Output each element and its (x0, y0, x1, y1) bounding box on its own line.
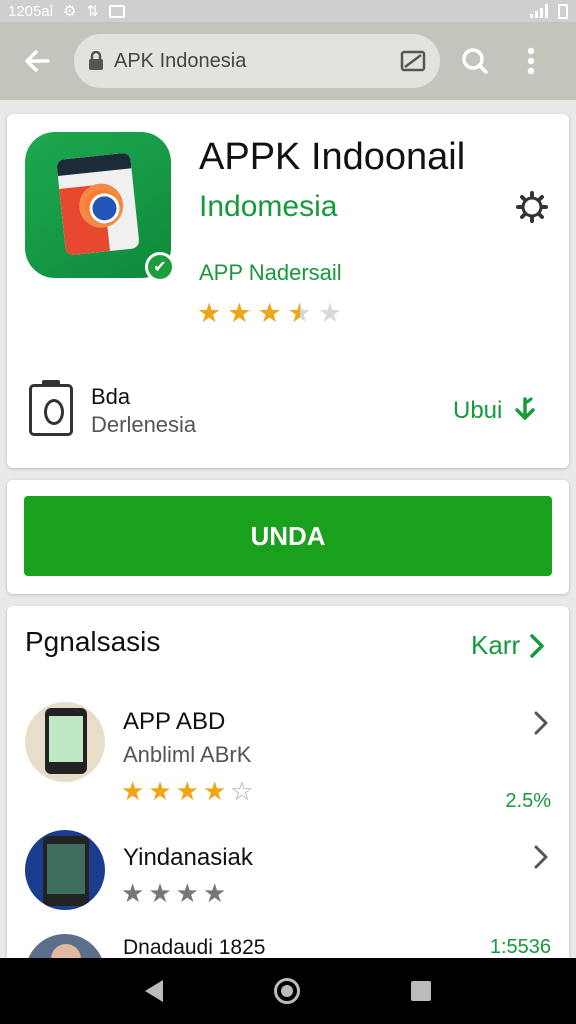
back-arrow-icon (25, 50, 50, 72)
list-item[interactable]: APP ABD Anbliml ABrK ★ ★ ★ ★ ☆ 2.5% (7, 698, 569, 812)
verified-badge-icon: ✔ (145, 252, 175, 282)
empty-star-icon: ☆ (230, 776, 254, 806)
install-card: UNDA (7, 480, 569, 594)
app-rating-stars: ★ ★ ★ ★ ★ (197, 300, 342, 327)
more-vert-icon (527, 47, 535, 75)
download-icon (515, 397, 536, 420)
app-developer[interactable]: APP Nadersail (199, 260, 342, 286)
search-icon (462, 48, 488, 74)
url-text: APK Indonesia (114, 49, 247, 72)
related-apps-card: Pgnalsasis Karr APP ABD Anbliml ABrK ★ ★… (7, 606, 569, 966)
list-item-meta: 2.5% (505, 790, 551, 812)
empty-star-icon: ★ (317, 298, 343, 328)
data-icon: ⇅ (86, 3, 100, 20)
star-icon: ★ (202, 878, 227, 908)
lock-icon (89, 51, 103, 70)
nav-home-icon[interactable] (273, 978, 300, 1004)
see-more-link[interactable]: Karr (471, 630, 546, 661)
app-title: APPK Indoonail (199, 136, 466, 178)
notification-icon: ⚙ (63, 3, 77, 20)
storage-icon (29, 380, 73, 436)
star-icon: ★ (227, 298, 252, 328)
list-item-rating: ★ ★ ★ ★ ☆ (121, 778, 254, 804)
browser-toolbar: APK Indonesia (0, 22, 576, 100)
status-time: 1205al (8, 2, 54, 20)
list-item-rating: ★ ★ ★ ★ (121, 880, 226, 906)
app-subtitle[interactable]: Indomesia (199, 190, 337, 224)
see-more-label: Karr (471, 630, 521, 660)
url-bar[interactable]: APK Indonesia (74, 34, 440, 88)
chevron-right-icon (530, 633, 544, 658)
half-star-icon: ★ (287, 298, 312, 328)
tabs-icon[interactable] (400, 50, 426, 72)
chevron-right-icon[interactable] (529, 708, 553, 738)
star-icon: ★ (202, 776, 227, 806)
star-icon: ★ (175, 776, 199, 806)
star-icon: ★ (148, 878, 172, 908)
list-item-subtitle: Anbliml ABrK (123, 742, 252, 767)
app-thumbnail (25, 702, 105, 782)
list-item-name: Yindanasiak (123, 844, 253, 871)
battery-icon (558, 3, 568, 19)
chevron-right-icon[interactable] (529, 842, 553, 872)
star-icon: ★ (175, 878, 199, 908)
star-icon: ★ (121, 776, 145, 806)
section-title: Pgnalsasis (25, 626, 161, 657)
meta-line-1: Bda (91, 384, 131, 409)
message-icon (109, 4, 126, 18)
update-link[interactable]: Ubui (453, 396, 540, 426)
star-icon: ★ (121, 878, 145, 908)
list-item[interactable]: Yindanasiak ★ ★ ★ ★ (7, 828, 569, 938)
app-header-card: ✔ APPK Indoonail Indomesia APP Nadersail… (7, 114, 569, 468)
nav-back-icon[interactable] (145, 980, 164, 1002)
settings-gear-icon[interactable] (515, 190, 549, 224)
signal-icon (530, 4, 550, 18)
nav-recents-icon[interactable] (410, 981, 431, 1001)
list-item-name: APP ABD (123, 708, 226, 735)
list-item-name: Dnadaudi 1825 (123, 936, 266, 959)
status-bar: 1205al ⚙ ⇅ (0, 0, 576, 22)
meta-line-2: Derlenesia (91, 412, 197, 437)
star-icon: ★ (197, 298, 222, 328)
system-nav-bar (0, 958, 576, 1024)
install-button[interactable]: UNDA (24, 496, 552, 576)
back-button[interactable] (14, 38, 60, 84)
menu-button[interactable] (508, 38, 554, 84)
update-label: Ubui (453, 397, 503, 424)
list-item-meta: 1:5536 (489, 936, 551, 958)
star-icon: ★ (148, 776, 172, 806)
star-icon: ★ (257, 298, 282, 328)
app-thumbnail (25, 830, 105, 910)
search-button[interactable] (452, 38, 498, 84)
